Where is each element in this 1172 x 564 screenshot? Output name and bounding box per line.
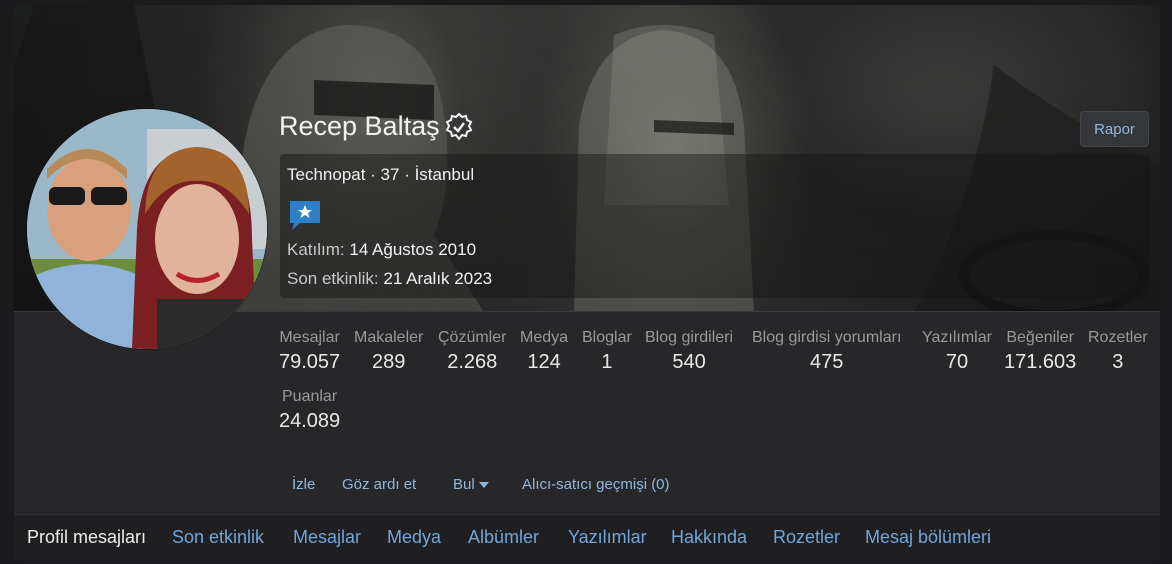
tab-media[interactable]: Medya xyxy=(387,527,441,548)
stat-value: 475 xyxy=(810,351,844,373)
stat-label: Mesajlar xyxy=(279,329,340,346)
stat-value: 124 xyxy=(527,351,561,373)
stat-label: Yazılımlar xyxy=(922,329,992,346)
tab-postings[interactable]: Mesajlar xyxy=(293,527,361,548)
stat-blog-comments[interactable]: Blog girdisi yorumları 475 xyxy=(752,329,901,374)
stat-label: Puanlar xyxy=(282,388,338,405)
tab-about[interactable]: Hakkında xyxy=(671,527,747,548)
stat-value: 79.057 xyxy=(279,351,341,373)
stat-label: Çözümler xyxy=(438,329,507,346)
stat-messages[interactable]: Mesajlar 79.057 xyxy=(279,329,340,374)
find-label: Bul xyxy=(453,476,475,493)
stat-value: 3 xyxy=(1112,351,1124,373)
username: Recep Baltaş xyxy=(279,111,440,141)
stat-label: Blog girdileri xyxy=(645,329,734,346)
profile-tabs: Profil mesajları Son etkinlik Mesajlar M… xyxy=(14,514,1160,561)
joined-value: 14 Ağustos 2010 xyxy=(349,240,477,259)
last-activity-label: Son etkinlik: xyxy=(287,269,379,288)
tab-latest-activity[interactable]: Son etkinlik xyxy=(172,527,264,548)
last-activity: Son etkinlik: 21 Aralık 2023 xyxy=(287,269,492,289)
last-activity-value: 21 Aralık 2023 xyxy=(383,269,493,288)
stat-solutions[interactable]: Çözümler 2.268 xyxy=(438,329,506,374)
stat-articles[interactable]: Makaleler 289 xyxy=(354,329,423,374)
stat-software[interactable]: Yazılımlar 70 xyxy=(922,329,992,374)
avatar-photo xyxy=(27,109,267,349)
stat-media[interactable]: Medya 124 xyxy=(520,329,568,374)
verified-badge-icon xyxy=(445,112,472,141)
joined-date: Katılım: 14 Ağustos 2010 xyxy=(287,240,476,260)
member-header-card: Recep Baltaş Technopat · 37 · İstanbul K… xyxy=(14,5,1160,561)
user-title-line: Technopat · 37 · İstanbul xyxy=(287,165,475,184)
star-speech-badge-icon[interactable] xyxy=(288,199,322,230)
follow-button[interactable]: İzle xyxy=(292,476,315,493)
stat-label: Medya xyxy=(520,329,569,346)
chevron-down-icon xyxy=(478,482,489,489)
ignore-button[interactable]: Göz ardı et xyxy=(342,476,416,493)
avatar[interactable] xyxy=(27,109,267,349)
stat-value: 171.603 xyxy=(1004,351,1077,373)
stat-label: Bloglar xyxy=(582,329,632,346)
stat-label: Rozetler xyxy=(1088,329,1148,346)
tab-albums[interactable]: Albümler xyxy=(468,527,539,548)
stat-value: 24.089 xyxy=(279,410,341,432)
stat-value: 289 xyxy=(371,351,406,373)
page-title: Recep Baltaş xyxy=(279,111,474,142)
stat-label: Beğeniler xyxy=(1006,329,1074,346)
stat-label: Makaleler xyxy=(354,329,424,346)
stat-badges[interactable]: Rozetler 3 xyxy=(1088,329,1148,374)
stat-value: 1 xyxy=(601,351,613,373)
joined-label: Katılım: xyxy=(287,240,345,259)
tab-software[interactable]: Yazılımlar xyxy=(568,527,647,548)
stat-value: 540 xyxy=(672,351,706,373)
stat-value: 2.268 xyxy=(447,351,498,373)
trader-history-link[interactable]: Alıcı-satıcı geçmişi (0) xyxy=(522,476,670,493)
tab-badges[interactable]: Rozetler xyxy=(773,527,840,548)
report-button[interactable]: Rapor xyxy=(1080,111,1149,147)
find-menu-button[interactable]: Bul xyxy=(453,476,489,493)
stat-likes[interactable]: Beğeniler 171.603 xyxy=(1004,329,1076,374)
stat-points[interactable]: Puanlar 24.089 xyxy=(279,388,340,433)
stat-blogs[interactable]: Bloglar 1 xyxy=(582,329,632,374)
stat-value: 70 xyxy=(945,351,969,373)
stat-label: Blog girdisi yorumları xyxy=(752,329,902,346)
tab-profile-posts[interactable]: Profil mesajları xyxy=(27,527,146,548)
stat-blog-entries[interactable]: Blog girdileri 540 xyxy=(645,329,733,374)
tab-post-areas[interactable]: Mesaj bölümleri xyxy=(865,527,991,548)
